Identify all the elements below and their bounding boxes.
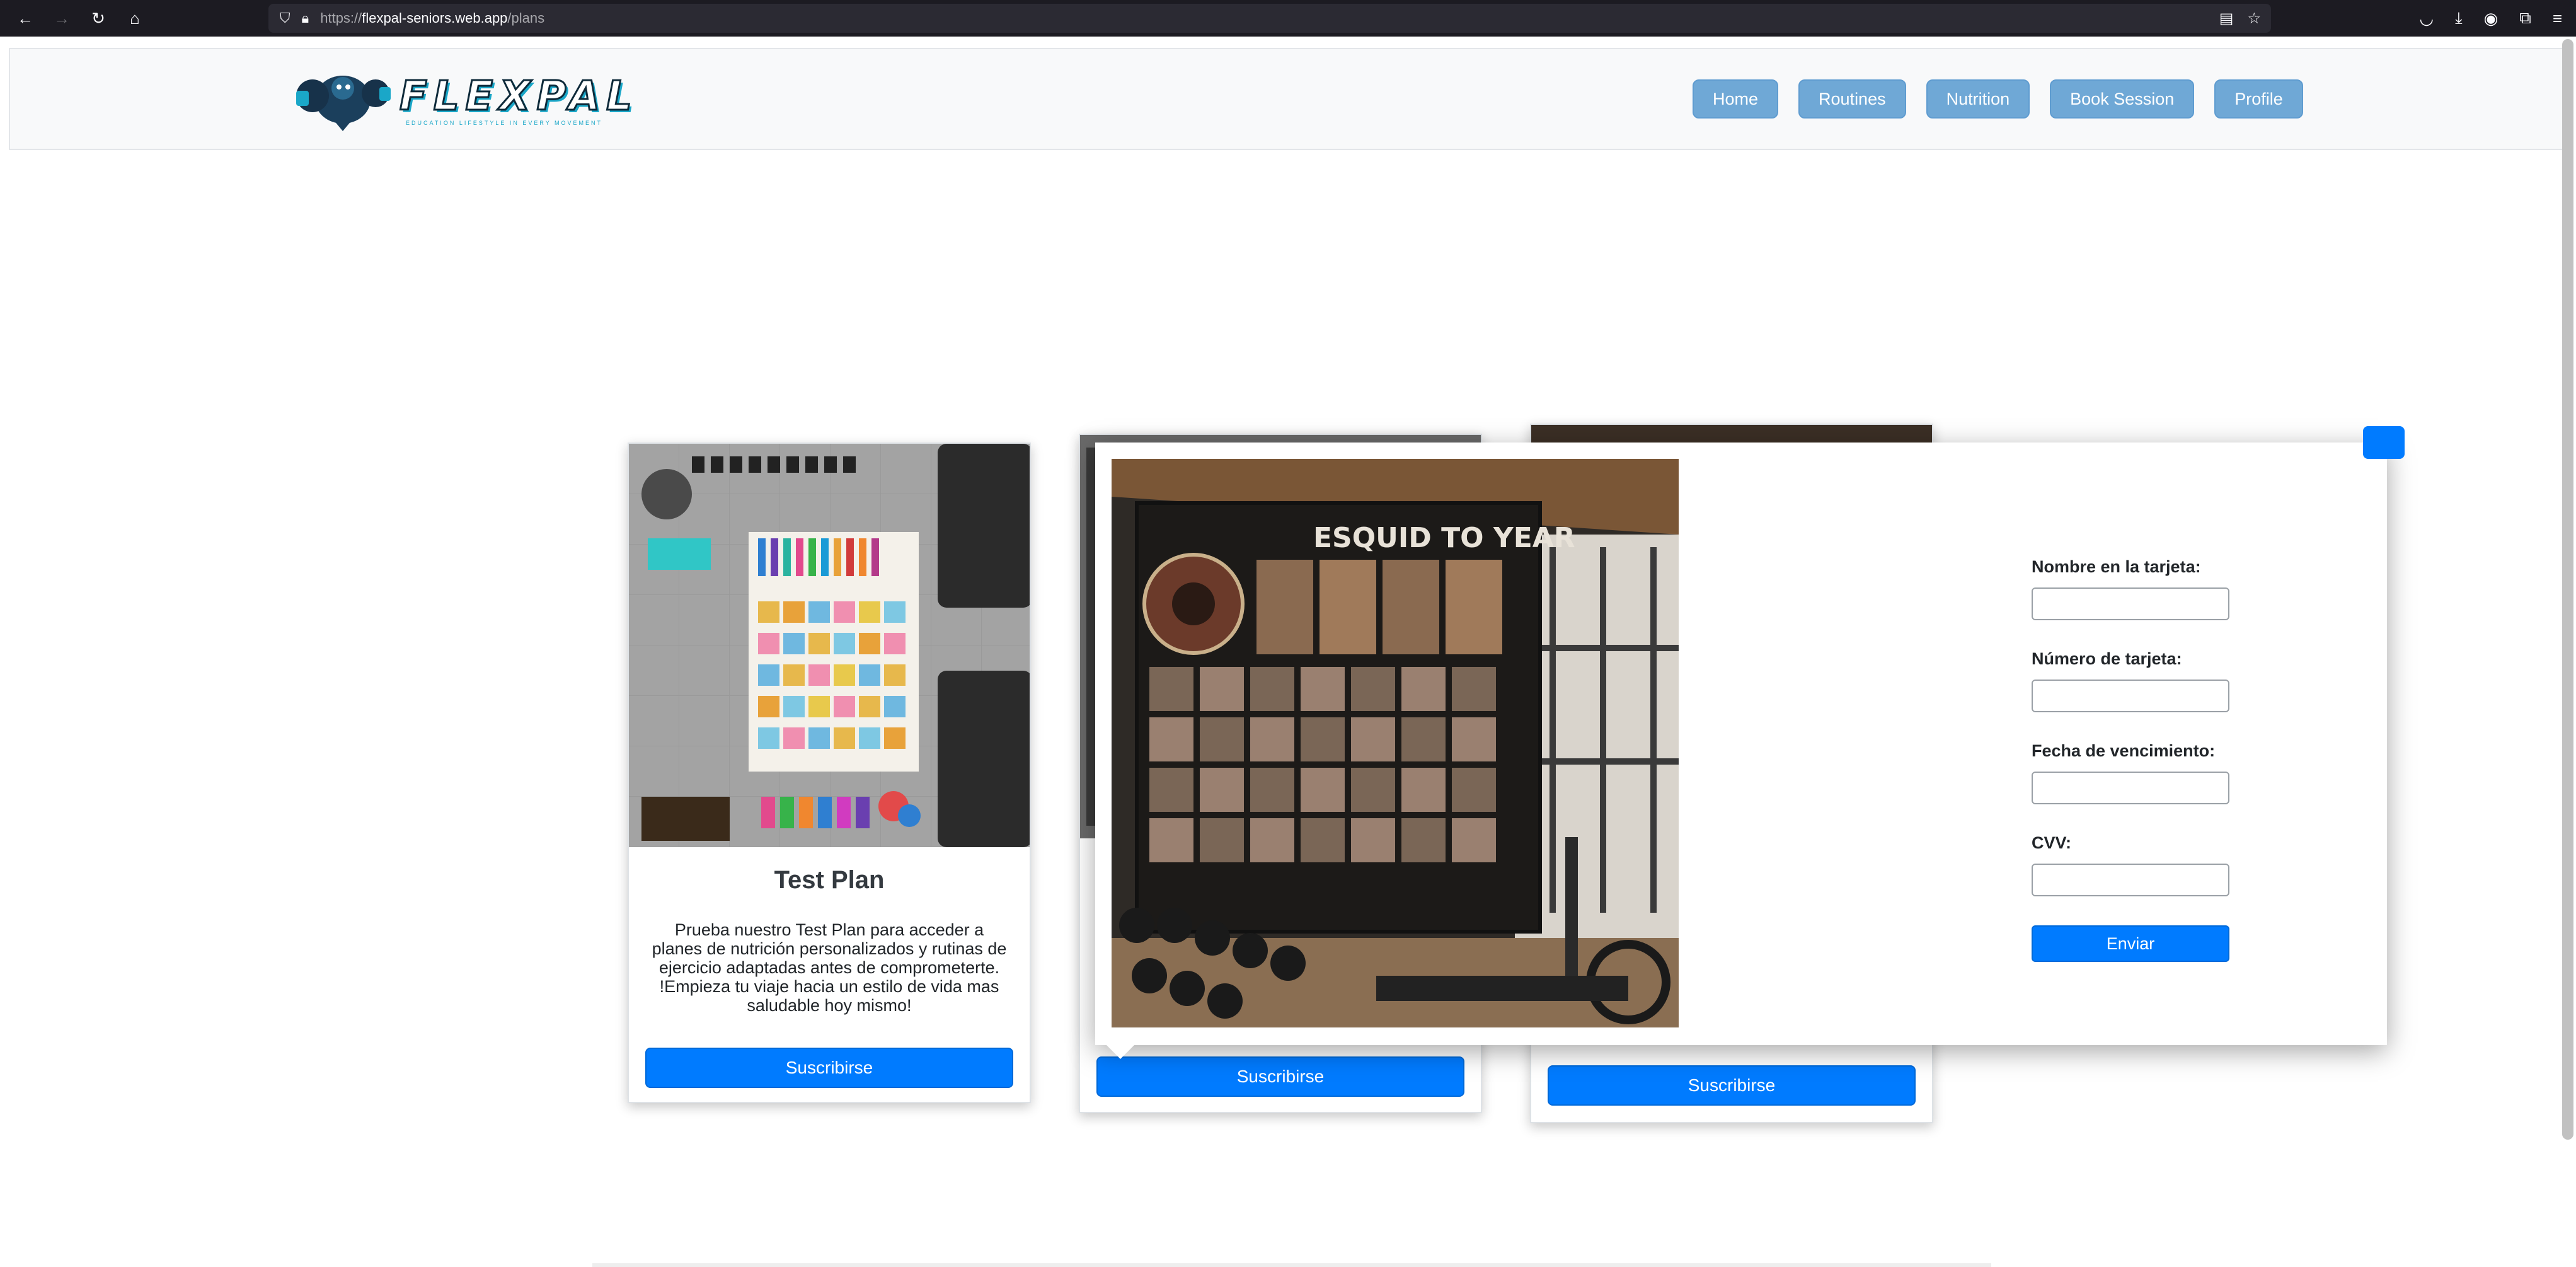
- plan-title: Test Plan: [774, 866, 885, 894]
- extensions-icon[interactable]: ⧉: [2519, 8, 2531, 28]
- reload-icon[interactable]: ↻: [84, 4, 112, 32]
- site-header: FLEXPAL EDUCATION LIFESTYLE IN EVERY MOV…: [9, 48, 2567, 150]
- close-modal-button[interactable]: [2363, 426, 2405, 459]
- shield-icon[interactable]: ⛉: [280, 10, 290, 26]
- cvv-label: CVV:: [2032, 833, 2072, 852]
- menu-icon[interactable]: ≡: [2553, 9, 2562, 28]
- nav-nutrition-button[interactable]: Nutrition: [1926, 79, 2030, 119]
- plan-description-cta: !Empieza tu viaje hacia un estilo de vid…: [659, 977, 999, 1015]
- mascot-logo-icon: [296, 76, 391, 131]
- card-number-input[interactable]: [2032, 680, 2229, 712]
- url-host: flexpal-seniors.web.app: [362, 10, 508, 26]
- nav-home-button[interactable]: Home: [1693, 79, 1779, 119]
- modal-plan-image: ESQUID TO YEAR: [1112, 459, 1679, 1027]
- page-scrollbar[interactable]: [2562, 39, 2573, 1140]
- url-protocol: https://: [320, 10, 362, 26]
- nav-book-session-button[interactable]: Book Session: [2050, 79, 2195, 119]
- nav-profile-button[interactable]: Profile: [2214, 79, 2303, 119]
- footer-edge: [592, 1263, 1991, 1267]
- account-icon[interactable]: ◉: [2484, 9, 2498, 28]
- pocket-icon[interactable]: ◡: [2419, 9, 2434, 28]
- expiry-date-input[interactable]: [2032, 772, 2229, 804]
- subscribe-button[interactable]: Suscribirse: [1096, 1056, 1464, 1097]
- address-bar[interactable]: ⛉ 🔒︎ https://flexpal-seniors.web.app/pla…: [268, 4, 2271, 33]
- plan-description: Prueba nuestro Test Plan para acceder a …: [652, 920, 1007, 977]
- reader-view-icon[interactable]: ▤: [2219, 9, 2234, 28]
- bookmark-star-icon[interactable]: ☆: [2247, 9, 2261, 28]
- site-logo[interactable]: FLEXPAL EDUCATION LIFESTYLE IN EVERY MOV…: [292, 66, 633, 134]
- logo-tagline: EDUCATION LIFESTYLE IN EVERY MOVEMENT: [406, 120, 603, 126]
- card-name-input[interactable]: [2032, 587, 2229, 620]
- submit-payment-button[interactable]: Enviar: [2032, 925, 2229, 962]
- browser-toolbar: ← → ↻ ⌂ ⛉ 🔒︎ https://flexpal-seniors.web…: [0, 0, 2576, 37]
- nav-routines-button[interactable]: Routines: [1798, 79, 1906, 119]
- plan-card-test: Test Plan Prueba nuestro Test Plan para …: [628, 443, 1031, 1103]
- home-icon[interactable]: ⌂: [121, 4, 149, 32]
- modal-image-caption: ESQUID TO YEAR: [1313, 522, 1575, 554]
- lock-icon[interactable]: 🔒︎: [302, 10, 309, 26]
- forward-icon[interactable]: →: [48, 4, 76, 32]
- url-path: /plans: [507, 10, 545, 26]
- card-name-label: Nombre en la tarjeta:: [2032, 557, 2201, 576]
- payment-form: Nombre en la tarjeta: Número de tarjeta:…: [2032, 557, 2231, 962]
- plan-image: [629, 444, 1030, 847]
- expiry-date-label: Fecha de vencimiento:: [2032, 741, 2216, 760]
- cvv-input[interactable]: [2032, 864, 2229, 896]
- popover-arrow: [1107, 1045, 1134, 1059]
- subscribe-button[interactable]: Suscribirse: [1548, 1065, 1916, 1106]
- download-icon[interactable]: ⤓: [2455, 8, 2463, 28]
- subscribe-button[interactable]: Suscribirse: [645, 1048, 1013, 1088]
- logo-wordmark: FLEXPAL: [399, 72, 638, 121]
- main-nav: Home Routines Nutrition Book Session Pro…: [1693, 79, 2303, 119]
- card-number-label: Número de tarjeta:: [2032, 649, 2182, 668]
- back-icon[interactable]: ←: [11, 4, 39, 32]
